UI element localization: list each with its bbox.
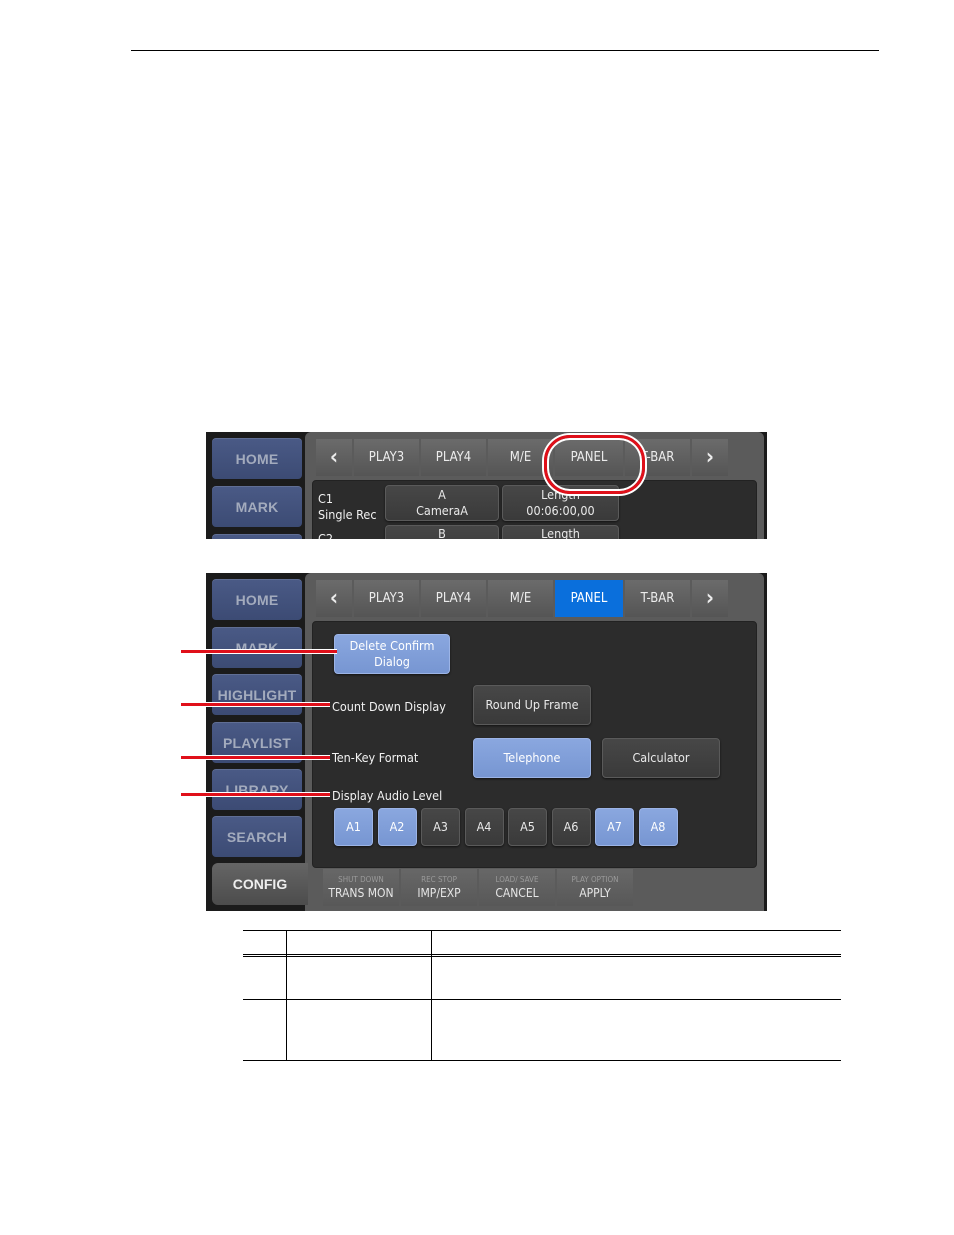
shift-label: PLAY OPTION — [571, 875, 619, 884]
tab-play4[interactable]: PLAY4 — [421, 439, 486, 476]
audio-channel-a8-toggle[interactable]: A8 — [638, 808, 678, 846]
row-c1-label: C1 Single Rec — [318, 491, 377, 523]
shift-label: LOAD/ SAVE — [495, 875, 539, 884]
apply-button[interactable]: PLAY OPTION APPLY — [557, 869, 633, 906]
chevron-right-icon: › — [705, 445, 715, 470]
tab-bar: ‹ PLAY3 PLAY4 M/E PANEL T-BAR › — [316, 439, 728, 476]
sidebar-home-button[interactable]: HOME — [212, 579, 302, 620]
chevron-left-icon: ‹ — [329, 586, 339, 611]
row-c2-label: C2 — [318, 531, 334, 539]
sidebar-highlight-button[interactable]: HIGHLIGHT — [212, 674, 302, 715]
callout-line-2 — [181, 702, 330, 707]
tab-prev-button[interactable]: ‹ — [316, 439, 352, 476]
audio-channel-a2-toggle[interactable]: A2 — [377, 808, 417, 846]
count-down-display-label: Count Down Display — [332, 699, 446, 714]
panel-tab-highlight-circle — [544, 435, 645, 494]
button-label: IMP/EXP — [417, 886, 461, 900]
delete-confirm-dialog-toggle[interactable]: Delete Confirm Dialog — [334, 634, 450, 674]
audio-channel-a3-toggle[interactable]: A3 — [421, 808, 460, 846]
table-col-divider-1 — [286, 930, 287, 1060]
row-c2-source-button[interactable]: B — [385, 525, 499, 539]
sidebar-config-button[interactable]: CONFIG — [212, 863, 308, 905]
tab-play3[interactable]: PLAY3 — [354, 580, 419, 617]
clip-list-area: C1 Single Rec A CameraA Length 00:06:00,… — [312, 480, 757, 539]
audio-channel-a5-toggle[interactable]: A5 — [508, 808, 547, 846]
table-col-divider-2 — [431, 930, 432, 1060]
button-label: TRANS MON — [328, 886, 394, 900]
sidebar-mark-button[interactable]: MARK — [212, 486, 302, 527]
sidebar-search-button[interactable]: SEARCH — [212, 816, 302, 857]
ten-key-format-label: Ten-Key Format — [332, 750, 419, 765]
row-c2-length-button[interactable]: Length — [502, 525, 619, 539]
tab-me[interactable]: M/E — [488, 580, 553, 617]
panel-settings-screenshot: HOME MARK HIGHLIGHT PLAYLIST LIBRARY SEA… — [206, 573, 767, 911]
source-name: CameraA — [416, 503, 468, 518]
round-up-frame-toggle[interactable]: Round Up Frame — [473, 685, 591, 725]
calculator-option[interactable]: Calculator — [602, 738, 720, 778]
panel-tab-screenshot: HOME MARK ‹ PLAY3 PLAY4 M/E PANEL T-BAR … — [206, 432, 767, 539]
tab-play4[interactable]: PLAY4 — [421, 580, 486, 617]
tab-tbar[interactable]: T-BAR — [625, 580, 690, 617]
callout-line-3 — [181, 755, 330, 760]
toggle-label-line1: Delete Confirm — [349, 638, 435, 653]
tab-panel[interactable]: PANEL — [555, 580, 623, 617]
chevron-left-icon: ‹ — [329, 445, 339, 470]
sidebar-mark-button[interactable]: MARK — [212, 627, 302, 668]
table-bottom-rule — [243, 1060, 841, 1061]
tab-next-button[interactable]: › — [692, 580, 728, 617]
callout-line-1 — [181, 649, 337, 654]
toggle-label-line2: Dialog — [374, 654, 410, 669]
source-letter: A — [438, 487, 446, 502]
audio-channel-a4-toggle[interactable]: A4 — [464, 808, 504, 846]
length-label: Length — [541, 526, 580, 539]
sidebar-next-button[interactable] — [212, 534, 302, 539]
audio-channel-a7-toggle[interactable]: A7 — [595, 808, 634, 846]
table-top-rule — [243, 930, 841, 931]
button-label: APPLY — [579, 886, 611, 900]
audio-channel-a6-toggle[interactable]: A6 — [551, 808, 591, 846]
row-c1-mode: Single Rec — [318, 507, 377, 522]
shift-label: SHUT DOWN — [338, 875, 384, 884]
length-value: 00:06:00,00 — [526, 503, 595, 518]
source-letter: B — [438, 526, 446, 539]
tab-next-button[interactable]: › — [692, 439, 728, 476]
shift-label: REC STOP — [421, 875, 457, 884]
row-c1-source-button[interactable]: A CameraA — [385, 485, 499, 521]
button-label: CANCEL — [495, 886, 539, 900]
trans-mon-button[interactable]: SHUT DOWN TRANS MON — [323, 869, 399, 906]
panel-settings-area: Delete Confirm Dialog Count Down Display… — [312, 621, 757, 868]
sidebar-home-button[interactable]: HOME — [212, 438, 302, 479]
page-header-rule — [131, 50, 879, 51]
row-c1-id: C1 — [318, 491, 334, 506]
callout-line-4 — [181, 792, 330, 797]
sidebar-library-button[interactable]: LIBRARY — [212, 769, 302, 810]
table-header-rule-double — [243, 956, 841, 957]
footer-function-bar: SHUT DOWN TRANS MON REC STOP IMP/EXP LOAD/… — [323, 869, 633, 906]
table-header-rule — [243, 954, 841, 955]
tab-bar: ‹ PLAY3 PLAY4 M/E PANEL T-BAR › — [316, 580, 728, 617]
tab-prev-button[interactable]: ‹ — [316, 580, 352, 617]
display-audio-level-label: Display Audio Level — [332, 788, 443, 803]
telephone-option[interactable]: Telephone — [473, 738, 591, 778]
audio-channel-a1-toggle[interactable]: A1 — [334, 808, 373, 846]
table-row-rule — [243, 999, 841, 1000]
tab-play3[interactable]: PLAY3 — [354, 439, 419, 476]
imp-exp-button[interactable]: REC STOP IMP/EXP — [401, 869, 477, 906]
chevron-right-icon: › — [705, 586, 715, 611]
cancel-button[interactable]: LOAD/ SAVE CANCEL — [479, 869, 555, 906]
